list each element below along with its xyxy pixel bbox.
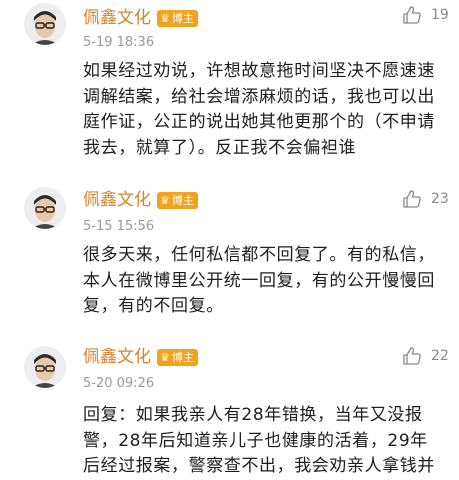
crown-icon: ♛ [160, 194, 170, 207]
badge-label: 博主 [171, 351, 194, 364]
thumbs-up-icon [403, 347, 421, 365]
like-count: 22 [431, 348, 449, 364]
timestamp: 5-19 18:36 [83, 35, 155, 50]
comment-line: 复，有的不回复。 [83, 296, 224, 316]
comment-text: 如果经过劝说，许想故意拖时间坚决不愿速速 调解结案，给社会增添麻烦的话，我也可以… [83, 59, 453, 161]
comment-line: 警，28年后知道亲儿子也健康的活着，29年 [83, 430, 428, 451]
username[interactable]: 佩鑫文化 [83, 347, 151, 367]
thumbs-up-icon [403, 6, 421, 24]
comment-line: 很多天来，任何私信都不回复了。有的私信， [83, 245, 435, 265]
comment-line: 后经过报案，警察查不出，我会劝亲人拿钱并 [83, 456, 435, 476]
like-count: 19 [431, 7, 449, 23]
crown-icon: ♛ [160, 12, 170, 25]
comment-line: 本人在微博里公开统一回复，有的公开慢慢回 [83, 270, 435, 291]
like-button[interactable]: 22 [402, 346, 449, 366]
badge-label: 博主 [171, 12, 194, 25]
avatar[interactable] [24, 346, 66, 388]
avatar[interactable] [24, 187, 66, 229]
comment-line: 庭作证，公正的说出她其他更那个的（不申请 [83, 112, 435, 132]
like-button[interactable]: 23 [402, 189, 449, 209]
crown-icon: ♛ [160, 351, 170, 364]
timestamp: 5-15 15:56 [83, 219, 155, 234]
avatar-image [24, 3, 66, 45]
comment-line: 如果经过劝说，许想故意拖时间坚决不愿速速 [83, 61, 435, 81]
avatar-image [24, 187, 66, 229]
comment-line: 我去，就算了）。反正我不会偏袒谁 [83, 137, 357, 158]
avatar-image [24, 346, 66, 388]
blogger-badge: ♛ 博主 [157, 349, 198, 366]
comment-text: 很多天来，任何私信都不回复了。有的私信， 本人在微博里公开统一回复，有的公开慢慢… [83, 243, 453, 320]
like-count: 23 [431, 191, 449, 207]
like-button[interactable]: 19 [402, 5, 449, 25]
comment-line: 调解结案，给社会增添麻烦的话，我也可以出 [83, 86, 435, 107]
thumbs-up-icon [403, 190, 421, 208]
blogger-badge: ♛ 博主 [157, 10, 198, 27]
badge-label: 博主 [171, 194, 194, 207]
comment-text: 回复：如果我亲人有28年错换，当年又没报 警，28年后知道亲儿子也健康的活着，2… [83, 403, 453, 480]
avatar[interactable] [24, 3, 66, 45]
timestamp: 5-20 09:26 [83, 376, 155, 391]
blogger-badge: ♛ 博主 [157, 192, 198, 209]
comment-line: 回复：如果我亲人有28年错换，当年又没报 [83, 405, 423, 425]
username[interactable]: 佩鑫文化 [83, 190, 151, 210]
username[interactable]: 佩鑫文化 [83, 8, 151, 28]
